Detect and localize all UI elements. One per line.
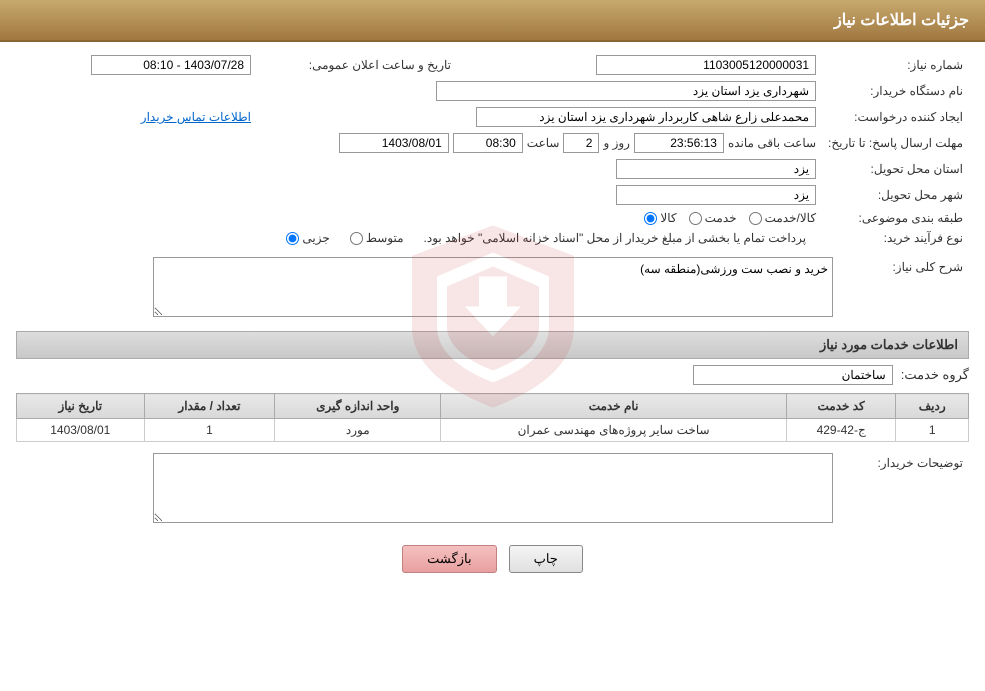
cell-date: 1403/08/01: [17, 419, 145, 442]
need-desc-value: خرید و نصب ست ورزشی(منطقه سه): [16, 254, 839, 323]
purchase-motavaset-item: متوسط: [350, 231, 404, 245]
purchase-motavaset-label: متوسط: [366, 231, 404, 245]
cell-count: 1: [144, 419, 275, 442]
page-title: جزئیات اطلاعات نیاز: [834, 12, 969, 29]
purchase-type-row: پرداخت تمام یا بخشی از مبلغ خریدار از مح…: [22, 231, 816, 245]
bottom-buttons: چاپ بازگشت: [16, 545, 969, 573]
contact-link[interactable]: اطلاعات تماس خریدار: [141, 110, 251, 124]
remaining-input: [634, 133, 724, 153]
page-wrapper: جزئیات اطلاعات نیاز شماره نیاز:: [0, 0, 985, 691]
contact-link-cell: اطلاعات تماس خریدار: [16, 104, 257, 130]
col-row: ردیف: [896, 394, 969, 419]
creator-input: [476, 107, 816, 127]
purchase-jozi-label: جزیی: [302, 231, 329, 245]
org-name-value: [16, 78, 822, 104]
group-service-row: گروه خدمت:: [16, 365, 969, 385]
col-code: کد خدمت: [786, 394, 895, 419]
city-value: [16, 182, 822, 208]
purchase-note: پرداخت تمام یا بخشی از مبلغ خریدار از مح…: [424, 231, 807, 245]
cell-unit: مورد: [275, 419, 441, 442]
deadline-label: مهلت ارسال پاسخ: تا تاریخ:: [822, 130, 969, 156]
announcement-label: تاریخ و ساعت اعلان عمومی:: [257, 52, 457, 78]
province-value: [16, 156, 822, 182]
category-label: طبقه بندی موضوعی:: [822, 208, 969, 228]
cell-row: 1: [896, 419, 969, 442]
purchase-type-row-cell: پرداخت تمام یا بخشی از مبلغ خریدار از مح…: [16, 228, 822, 248]
col-count: تعداد / مقدار: [144, 394, 275, 419]
cell-code: ج-42-429: [786, 419, 895, 442]
need-number-label: شماره نیاز:: [822, 52, 969, 78]
group-label: گروه خدمت:: [901, 367, 969, 383]
purchase-motavaset-radio[interactable]: [350, 232, 363, 245]
deadline-row: ساعت باقی مانده روز و ساعت: [22, 133, 816, 153]
city-input: [616, 185, 816, 205]
main-content: شماره نیاز: تاریخ و ساعت اعلان عمومی: نا…: [0, 42, 985, 593]
creator-label: ایجاد کننده درخواست:: [822, 104, 969, 130]
category-kala-label: کالا: [660, 211, 676, 225]
province-input: [616, 159, 816, 179]
remaining-label: ساعت باقی مانده: [728, 136, 816, 150]
buyer-desc-label: توضیحات خریدار:: [839, 450, 969, 529]
org-name-input: [436, 81, 816, 101]
category-row-cell: کالا/خدمت خدمت کالا: [16, 208, 822, 228]
print-button[interactable]: چاپ: [509, 545, 583, 573]
services-section-title: اطلاعات خدمات مورد نیاز: [16, 331, 969, 359]
city-label: شهر محل تحویل:: [822, 182, 969, 208]
announcement-value: [16, 52, 257, 78]
need-info-table: شماره نیاز: تاریخ و ساعت اعلان عمومی: نا…: [16, 52, 969, 248]
category-khadamat-radio[interactable]: [689, 212, 702, 225]
need-number-value: [497, 52, 822, 78]
need-number-input: [596, 55, 816, 75]
need-desc-label: شرح کلی نیاز:: [839, 254, 969, 323]
days-input: [563, 133, 599, 153]
time-input: [453, 133, 523, 153]
services-table: ردیف کد خدمت نام خدمت واحد اندازه گیری ت…: [16, 393, 969, 442]
col-name: نام خدمت: [441, 394, 787, 419]
category-kala-item: کالا: [644, 211, 676, 225]
buyer-desc-table: توضیحات خریدار:: [16, 450, 969, 529]
purchase-jozi-radio[interactable]: [286, 232, 299, 245]
buyer-desc-value: [16, 450, 839, 529]
category-khadamat-item: خدمت: [689, 211, 737, 225]
announcement-input: [91, 55, 251, 75]
creator-value: [257, 104, 822, 130]
purchase-type-label: نوع فرآیند خرید:: [822, 228, 969, 248]
category-khadamat-label: خدمت: [705, 211, 737, 225]
day-label: روز و: [603, 136, 630, 150]
deadline-row-cell: ساعت باقی مانده روز و ساعت: [16, 130, 822, 156]
category-kala-khadamat-radio[interactable]: [749, 212, 762, 225]
date-input: [339, 133, 449, 153]
purchase-jozi-item: جزیی: [286, 231, 329, 245]
page-header: جزئیات اطلاعات نیاز: [0, 0, 985, 42]
need-desc-table: شرح کلی نیاز: خرید و نصب ست ورزشی(منطقه …: [16, 254, 969, 323]
buyer-desc-textarea: [153, 453, 833, 523]
category-kala-radio[interactable]: [644, 212, 657, 225]
col-date: تاریخ نیاز: [17, 394, 145, 419]
group-input: [693, 365, 893, 385]
col-unit: واحد اندازه گیری: [275, 394, 441, 419]
category-kala-khadamat-item: کالا/خدمت: [749, 211, 816, 225]
table-row: 1 ج-42-429 ساخت سایر پروژه‌های مهندسی عم…: [17, 419, 969, 442]
time-label: ساعت: [527, 136, 560, 150]
back-button[interactable]: بازگشت: [402, 545, 496, 573]
org-name-label: نام دستگاه خریدار:: [822, 78, 969, 104]
category-kala-khadamat-label: کالا/خدمت: [765, 211, 816, 225]
cell-name: ساخت سایر پروژه‌های مهندسی عمران: [441, 419, 787, 442]
need-desc-textarea: خرید و نصب ست ورزشی(منطقه سه): [153, 257, 833, 317]
category-radio-group: کالا/خدمت خدمت کالا: [22, 211, 816, 225]
province-label: استان محل تحویل:: [822, 156, 969, 182]
